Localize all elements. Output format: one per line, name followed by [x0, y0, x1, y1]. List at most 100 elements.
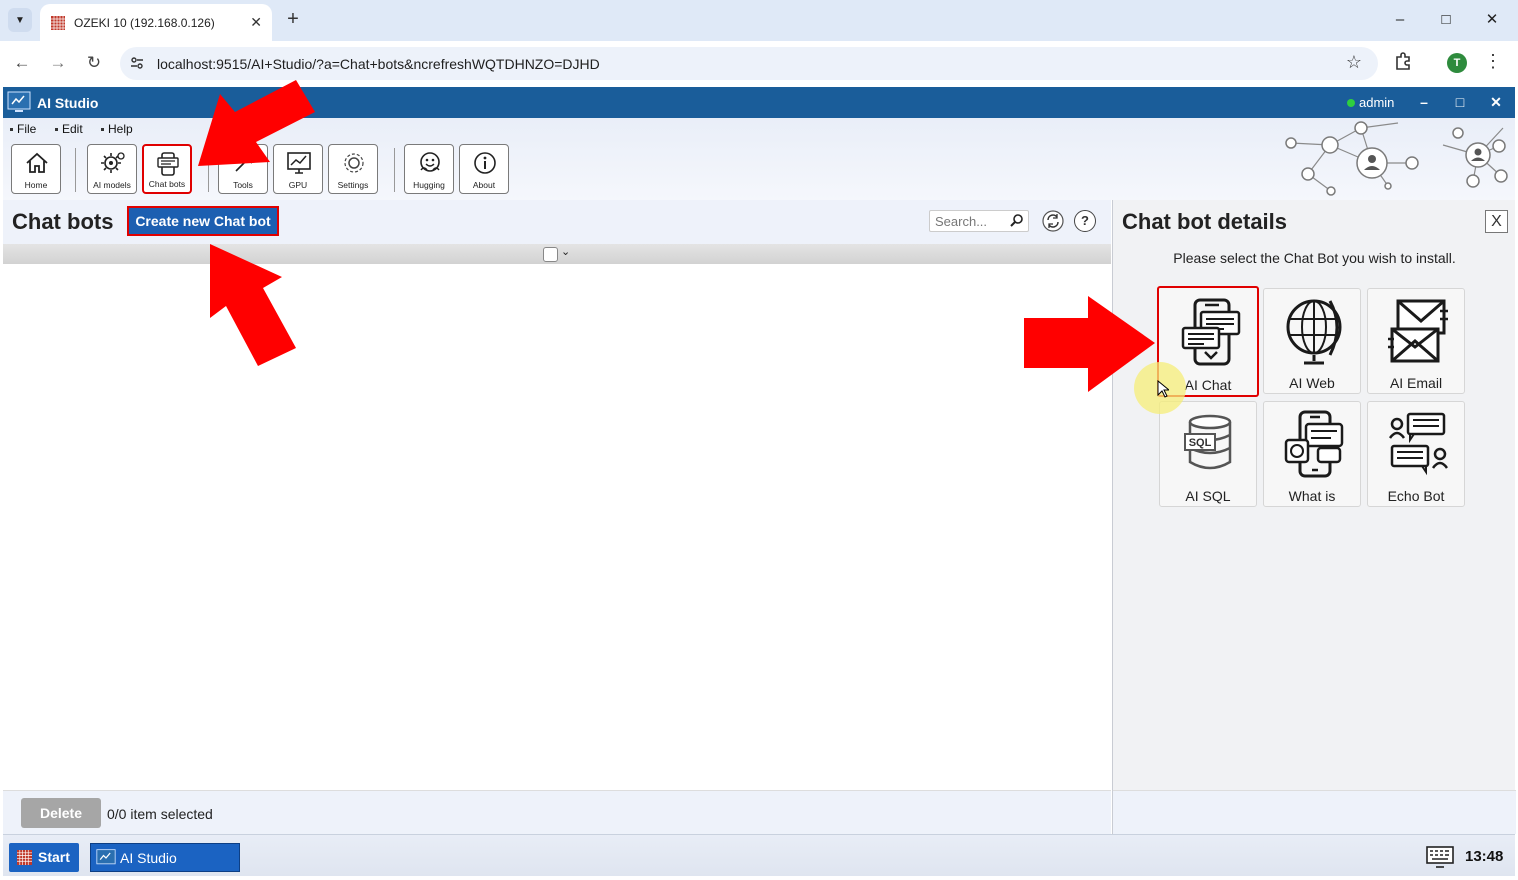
- menu-help[interactable]: Help: [101, 122, 133, 136]
- details-footer: [1113, 790, 1516, 834]
- browser-toolbar: ← → ↻ localhost:9515/AI+Studio/?a=Chat+b…: [0, 41, 1518, 86]
- app-toolbar: File Edit Help Home AI models Chat bots …: [3, 118, 1515, 200]
- select-all-checkbox[interactable]: [543, 247, 558, 262]
- browser-menu-icon[interactable]: ⋮: [1484, 51, 1502, 72]
- search-input[interactable]: [935, 214, 1009, 229]
- menu-file[interactable]: File: [10, 122, 36, 136]
- site-settings-icon[interactable]: [129, 55, 145, 71]
- delete-button[interactable]: Delete: [21, 798, 101, 828]
- details-title: Chat bot details: [1122, 209, 1288, 234]
- gpu-button[interactable]: GPU: [273, 144, 323, 194]
- bot-label: What is: [1288, 488, 1336, 504]
- chat-bots-button[interactable]: Chat bots: [142, 144, 192, 194]
- help-icon[interactable]: ?: [1074, 210, 1096, 232]
- selection-status: 0/0 item selected: [107, 806, 213, 822]
- refresh-icon[interactable]: [1042, 210, 1064, 232]
- ai-models-button[interactable]: AI models: [87, 144, 137, 194]
- tab-list-chevron-icon[interactable]: ▼: [8, 8, 32, 32]
- list-header: ⌄: [3, 244, 1111, 264]
- home-label: Home: [24, 180, 48, 190]
- gpu-chart-icon: [287, 152, 311, 174]
- back-icon[interactable]: ←: [10, 51, 34, 75]
- bot-label: Echo Bot: [1387, 488, 1445, 504]
- hugging-face-icon: [420, 152, 440, 172]
- chat-bots-list: [3, 264, 1111, 790]
- hugging-button[interactable]: Hugging: [404, 144, 454, 194]
- new-tab-icon[interactable]: +: [282, 8, 304, 30]
- chat-phone-icon: [1181, 298, 1241, 366]
- search-box: [929, 210, 1029, 232]
- window-close-icon[interactable]: ✕: [1480, 8, 1504, 32]
- taskbar: Start AI Studio 13:48: [3, 834, 1515, 876]
- create-new-chat-bot-button[interactable]: Create new Chat bot: [127, 206, 279, 236]
- browser-tab[interactable]: OZEKI 10 (192.168.0.126) ✕: [40, 4, 272, 41]
- forward-icon[interactable]: →: [46, 51, 70, 75]
- ai-studio-task-icon: [96, 849, 116, 865]
- svg-text:SQL: SQL: [1189, 437, 1212, 449]
- toolbar-divider: [394, 148, 395, 192]
- app-titlebar: AI Studio admin – □ ✕: [3, 87, 1515, 118]
- taskbar-ai-studio[interactable]: AI Studio: [90, 843, 240, 872]
- online-status-icon: [1347, 99, 1355, 107]
- chat-bots-icon: [157, 152, 179, 176]
- chat-bot-details-panel: Chat bot details X Please select the Cha…: [1112, 200, 1516, 834]
- app-maximize-icon[interactable]: □: [1450, 92, 1470, 112]
- mouse-cursor-icon: [1157, 380, 1169, 398]
- app-close-icon[interactable]: ✕: [1486, 92, 1506, 112]
- user-name[interactable]: admin: [1359, 95, 1394, 110]
- start-button[interactable]: Start: [9, 843, 79, 872]
- url-text: localhost:9515/AI+Studio/?a=Chat+bots&nc…: [157, 56, 600, 72]
- tab-title: OZEKI 10 (192.168.0.126): [74, 15, 215, 30]
- chevron-down-icon[interactable]: ⌄: [561, 245, 570, 258]
- chat-bots-label: Chat bots: [148, 179, 186, 189]
- whatsapp-phone-icon: [1284, 410, 1344, 478]
- sql-database-icon: SQL: [1184, 414, 1232, 470]
- info-icon: [474, 152, 496, 174]
- task-label: AI Studio: [120, 850, 177, 866]
- ozeki-start-icon: [17, 850, 32, 865]
- settings-label: Settings: [337, 180, 369, 190]
- bot-label: AI SQL: [1185, 488, 1231, 504]
- tab-close-icon[interactable]: ✕: [250, 14, 262, 31]
- bot-label: AI Email: [1389, 375, 1443, 391]
- about-label: About: [472, 180, 496, 190]
- keyboard-tray-icon[interactable]: [1426, 845, 1454, 869]
- bot-tile-ai-web[interactable]: AI Web: [1263, 288, 1361, 394]
- bot-tile-what-is[interactable]: What is: [1263, 401, 1361, 507]
- settings-gear-icon: [344, 153, 364, 173]
- start-label: Start: [38, 849, 70, 865]
- browser-tab-bar: ▼ OZEKI 10 (192.168.0.126) ✕ + – □ ✕: [0, 0, 1518, 41]
- minimize-icon[interactable]: –: [1388, 8, 1412, 32]
- settings-button[interactable]: Settings: [328, 144, 378, 194]
- clock: 13:48: [1465, 848, 1504, 865]
- details-close-button[interactable]: X: [1485, 210, 1508, 233]
- app-minimize-icon[interactable]: –: [1414, 92, 1434, 112]
- toolbar-divider: [75, 148, 76, 192]
- ai-studio-logo-icon: [7, 91, 31, 112]
- globe-icon: [1286, 299, 1342, 365]
- bot-tile-ai-email[interactable]: AI Email: [1367, 288, 1465, 394]
- tools-label: Tools: [233, 180, 253, 190]
- details-instruction: Please select the Chat Bot you wish to i…: [1173, 250, 1456, 266]
- bot-label: AI Web: [1289, 375, 1335, 391]
- search-icon[interactable]: [1009, 213, 1025, 229]
- hugging-label: Hugging: [413, 180, 445, 190]
- app-title: AI Studio: [37, 95, 99, 111]
- about-button[interactable]: About: [459, 144, 509, 194]
- profile-avatar[interactable]: T: [1447, 53, 1467, 73]
- extensions-icon[interactable]: [1393, 51, 1413, 71]
- reload-icon[interactable]: ↻: [82, 51, 106, 75]
- tools-icon: [235, 151, 256, 172]
- echo-conversation-icon: [1388, 412, 1448, 476]
- address-bar[interactable]: localhost:9515/AI+Studio/?a=Chat+bots&nc…: [120, 47, 1378, 80]
- tools-button[interactable]: Tools: [218, 144, 268, 194]
- ai-models-label: AI models: [93, 180, 131, 190]
- maximize-icon[interactable]: □: [1434, 8, 1458, 32]
- bookmark-star-icon[interactable]: ☆: [1346, 52, 1362, 73]
- bot-tile-ai-sql[interactable]: SQL AI SQL: [1159, 401, 1257, 507]
- home-button[interactable]: Home: [11, 144, 61, 194]
- menu-edit[interactable]: Edit: [55, 122, 83, 136]
- chat-bots-header: Chat bots Create new Chat bot ?: [3, 200, 1111, 244]
- network-people-graphic: [1285, 121, 1508, 196]
- bot-tile-echo-bot[interactable]: Echo Bot: [1367, 401, 1465, 507]
